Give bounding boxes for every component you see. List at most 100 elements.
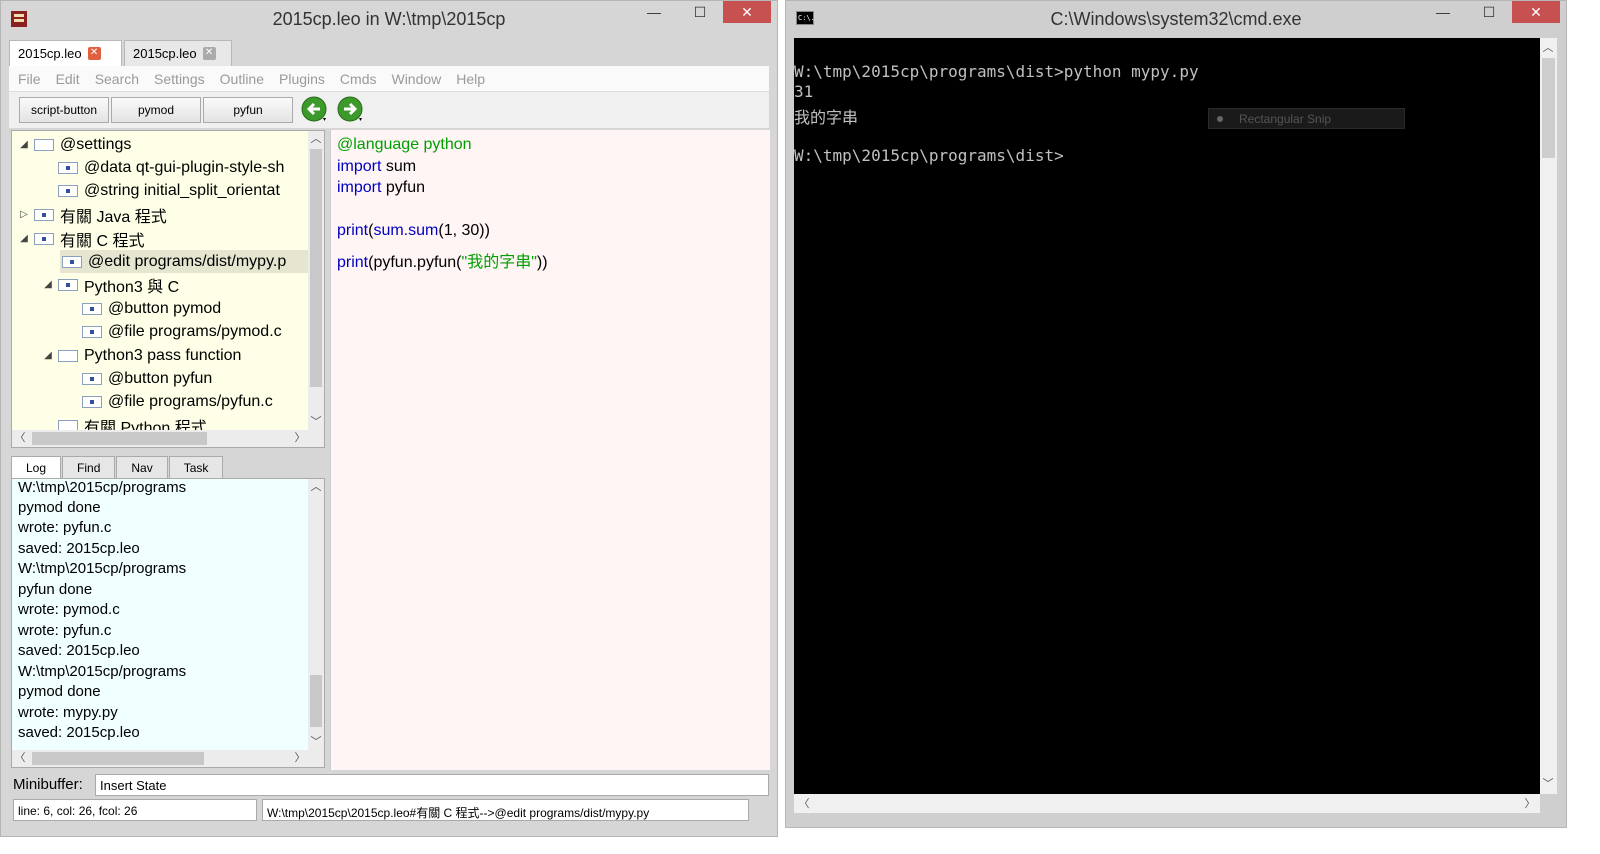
scroll-thumb[interactable] [32,752,204,765]
scroll-down-icon[interactable]: ﹀ [1540,776,1556,792]
minibuffer-label: Minibuffer: [13,776,83,793]
outline-node[interactable]: @data qt-gui-plugin-style-sh [42,156,284,179]
outline-node[interactable]: ◢ 有關 C 程式 [18,227,144,250]
scroll-down-icon[interactable]: ﹀ [308,734,324,750]
outline-node[interactable]: ◢ Python3 pass function [42,344,241,367]
scroll-up-icon[interactable]: ︿ [1540,40,1556,56]
outline-node[interactable]: ◢ @settings [18,133,131,156]
scroll-left-icon[interactable]: 〈 [796,796,812,812]
body-editor[interactable]: @language python import sum import pyfun… [330,130,770,770]
collapse-triangle-icon[interactable]: ▷ [18,209,30,220]
node-label: Python3 pass function [84,346,242,364]
minibuffer-input[interactable]: Insert State [95,774,769,796]
code-line-2: import sum [337,158,416,176]
script-button[interactable]: script-button [19,97,109,123]
rectangular-snip-menu-item[interactable]: Rectangular Snip [1208,108,1405,129]
cmd-app-icon[interactable]: C:\. [796,11,815,25]
close-icon[interactable]: ✕ [723,1,771,23]
outline-node[interactable]: @button pyfun [66,367,212,390]
node-label: @edit programs/dist/mypy.p [88,252,287,270]
scroll-thumb[interactable] [310,675,322,727]
expand-triangle-icon[interactable]: ◢ [18,139,30,150]
console-horizontal-scrollbar[interactable]: 〈 〉 [794,794,1540,813]
node-label: Python3 與 C [84,278,180,296]
pyfun-button[interactable]: pyfun [203,97,293,123]
console-output[interactable]: W:\tmp\2015cp\programs\dist>python mypy.… [794,38,1540,794]
code-line-6: print(pyfun.pyfun("我的字串")) [337,248,548,272]
menu-file[interactable]: File [18,71,41,87]
leo-app-icon[interactable] [9,9,29,29]
outline-node[interactable]: ▷ 有關 Java 程式 [18,203,167,226]
scroll-left-icon[interactable]: 〈 [12,430,28,446]
outline-node[interactable]: @button pymod [66,297,221,320]
tab-nav[interactable]: Nav [116,456,168,478]
node-label: @button pymod [108,299,222,317]
doc-tab-1[interactable]: 2015cp.leo ✕ [9,40,122,66]
minimize-icon[interactable]: — [1420,1,1466,23]
outline-pane[interactable]: ◢ @settings @data qt-gui-plugin-style-sh … [11,130,325,448]
string-literal: "我的字串" [461,254,537,271]
scroll-down-icon[interactable]: ﹀ [308,414,324,430]
scroll-right-icon[interactable]: 〉 [292,750,308,766]
scroll-left-icon[interactable]: 〈 [12,750,28,766]
scroll-up-icon[interactable]: ︿ [308,131,324,147]
scroll-thumb[interactable] [1542,58,1555,158]
code-line-3: import pyfun [337,179,425,197]
tab-find[interactable]: Find [62,456,116,478]
node-label: @settings [60,135,132,153]
doc-tab-2[interactable]: 2015cp.leo ✕ [124,40,232,66]
code-text: sum [381,158,417,175]
keyword: import [337,158,382,175]
menu-edit[interactable]: Edit [56,71,80,87]
forward-arrow-icon[interactable] [337,96,365,124]
outline-node[interactable]: @string initial_split_orientat [42,179,280,202]
outline-node-selected[interactable]: @edit programs/dist/mypy.p [60,250,310,273]
menu-plugins[interactable]: Plugins [279,71,325,87]
close-tab-icon[interactable]: ✕ [87,47,101,60]
leo-titlebar[interactable]: 2015cp.leo in W:\tmp\2015cp — ☐ ✕ [1,1,777,37]
maximize-icon[interactable]: ☐ [677,1,723,23]
tab-task[interactable]: Task [168,456,224,478]
minimize-icon[interactable]: — [631,1,677,23]
scroll-up-icon[interactable]: ︿ [308,479,324,495]
expand-triangle-icon[interactable]: ◢ [42,350,54,361]
scroll-thumb[interactable] [310,149,322,387]
scroll-right-icon[interactable]: 〉 [292,430,308,446]
log-pane[interactable]: W:\tmp\2015cp/programs pymod done wrote:… [11,478,325,768]
cmd-window-title: C:\Windows\system32\cmd.exe [1050,8,1302,29]
expand-triangle-icon[interactable]: ◢ [18,233,30,244]
menu-window[interactable]: Window [391,71,441,87]
outline-horizontal-scrollbar[interactable]: 〈 〉 [12,430,324,447]
code-line-1: @language python [337,136,472,153]
outline-node[interactable]: ◢ Python3 與 C [42,273,179,296]
menu-settings[interactable]: Settings [154,71,205,87]
node-icon [82,395,102,408]
outline-node[interactable]: @file programs/pymod.c [66,320,282,343]
menu-cmds[interactable]: Cmds [340,71,377,87]
tab-log[interactable]: Log [11,456,62,478]
scroll-thumb[interactable] [32,432,207,445]
maximize-icon[interactable]: ☐ [1466,1,1512,23]
close-icon[interactable]: ✕ [1512,1,1560,23]
scroll-right-icon[interactable]: 〉 [1522,796,1538,812]
close-tab-icon[interactable]: ✕ [202,47,216,60]
console-vertical-scrollbar[interactable]: ︿ ﹀ [1540,38,1557,794]
node-icon [34,208,54,221]
pymod-button[interactable]: pymod [111,97,201,123]
outline-node[interactable]: @file programs/pyfun.c [66,390,273,413]
log-horizontal-scrollbar[interactable]: 〈 〉 [12,750,324,767]
node-icon [58,349,78,362]
console-line: W:\tmp\2015cp\programs\dist> [794,146,1064,165]
menu-help[interactable]: Help [456,71,485,87]
outline-vertical-scrollbar[interactable]: ︿ ﹀ [308,131,324,430]
menu-search[interactable]: Search [95,71,139,87]
expand-triangle-icon[interactable]: ◢ [42,279,54,290]
menu-outline[interactable]: Outline [220,71,264,87]
log-vertical-scrollbar[interactable]: ︿ ﹀ [308,479,324,750]
radio-dot-icon [1217,115,1223,122]
back-arrow-icon[interactable] [301,96,329,124]
cmd-titlebar[interactable]: C:\. C:\Windows\system32\cmd.exe — ☐ ✕ [786,1,1566,37]
console-line: 我的字串 [794,108,859,127]
log-line: W:\tmp\2015cp/programs [18,560,187,577]
node-icon [34,138,54,151]
